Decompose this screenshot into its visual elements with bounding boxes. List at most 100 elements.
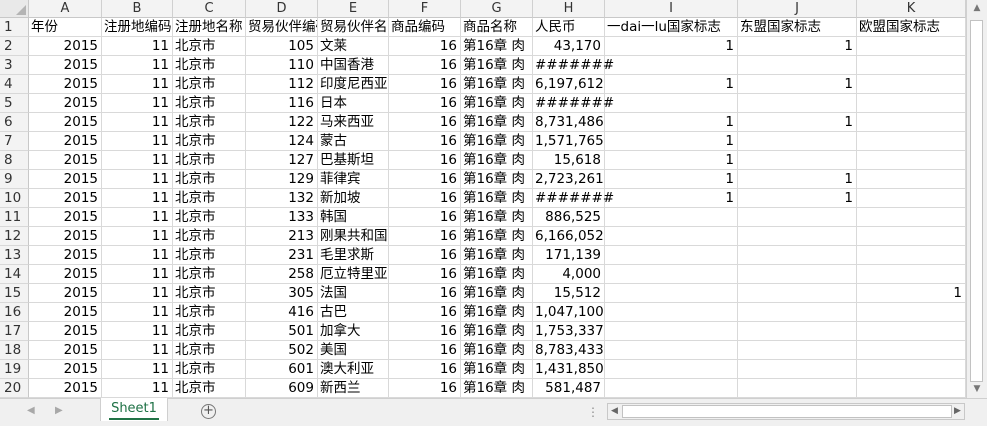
data-cell[interactable]: 886,525 (533, 208, 605, 227)
data-cell[interactable]: 第16章 肉 (461, 37, 533, 56)
data-cell[interactable]: 1 (857, 284, 966, 303)
data-cell[interactable] (738, 246, 857, 265)
data-cell[interactable]: 2015 (29, 151, 102, 170)
data-cell[interactable]: 11 (102, 246, 173, 265)
data-cell[interactable] (857, 322, 966, 341)
data-cell[interactable]: 美国 (318, 341, 389, 360)
data-cell[interactable]: 1 (738, 189, 857, 208)
data-cell[interactable]: 毛里求斯 (318, 246, 389, 265)
data-cell[interactable] (857, 94, 966, 113)
data-cell[interactable]: 北京市 (173, 341, 246, 360)
column-header-e[interactable]: E (318, 0, 389, 18)
data-cell[interactable]: 16 (389, 322, 461, 341)
row-header-20[interactable]: 20 (0, 379, 29, 398)
data-cell[interactable]: 澳大利亚 (318, 360, 389, 379)
data-cell[interactable]: 105 (246, 37, 318, 56)
data-cell[interactable]: 北京市 (173, 113, 246, 132)
data-cell[interactable]: 北京市 (173, 303, 246, 322)
data-cell[interactable]: 第16章 肉 (461, 341, 533, 360)
data-cell[interactable]: 16 (389, 265, 461, 284)
data-cell[interactable] (738, 132, 857, 151)
row-header-4[interactable]: 4 (0, 75, 29, 94)
data-cell[interactable]: 16 (389, 37, 461, 56)
data-cell[interactable]: 2015 (29, 37, 102, 56)
header-cell[interactable]: 一dai一lu国家标志 (605, 18, 738, 37)
data-cell[interactable] (738, 322, 857, 341)
data-cell[interactable]: 第16章 肉 (461, 75, 533, 94)
data-cell[interactable] (857, 208, 966, 227)
data-cell[interactable] (857, 75, 966, 94)
data-cell[interactable]: ####### (533, 56, 614, 75)
data-cell[interactable]: 北京市 (173, 132, 246, 151)
data-cell[interactable]: 11 (102, 322, 173, 341)
data-cell[interactable]: 北京市 (173, 284, 246, 303)
column-header-c[interactable]: C (173, 0, 246, 18)
row-header-9[interactable]: 9 (0, 170, 29, 189)
data-cell[interactable]: 法国 (318, 284, 389, 303)
data-cell[interactable]: 古巴 (318, 303, 389, 322)
header-cell[interactable]: 贸易伙伴名称 (318, 18, 389, 37)
data-cell[interactable] (738, 379, 857, 398)
data-cell[interactable]: 第16章 肉 (461, 284, 533, 303)
data-cell[interactable]: 北京市 (173, 37, 246, 56)
header-cell[interactable]: 注册地名称 (173, 18, 246, 37)
data-cell[interactable] (857, 37, 966, 56)
data-cell[interactable]: 第16章 肉 (461, 360, 533, 379)
data-cell[interactable]: 11 (102, 151, 173, 170)
data-cell[interactable]: 16 (389, 379, 461, 398)
scroll-left-arrow[interactable]: ◀ (608, 404, 621, 419)
column-header-g[interactable]: G (461, 0, 533, 18)
data-cell[interactable]: 2015 (29, 227, 102, 246)
data-cell[interactable]: 133 (246, 208, 318, 227)
data-cell[interactable]: 11 (102, 227, 173, 246)
data-cell[interactable]: 502 (246, 341, 318, 360)
data-cell[interactable]: 第16章 肉 (461, 189, 533, 208)
data-cell[interactable]: 11 (102, 94, 173, 113)
row-header-1[interactable]: 1 (0, 18, 29, 37)
row-header-10[interactable]: 10 (0, 189, 29, 208)
data-cell[interactable] (857, 360, 966, 379)
data-cell[interactable]: 16 (389, 341, 461, 360)
column-header-k[interactable]: K (857, 0, 966, 18)
data-cell[interactable]: 16 (389, 246, 461, 265)
data-cell[interactable]: 2015 (29, 56, 102, 75)
data-cell[interactable]: 2015 (29, 75, 102, 94)
data-cell[interactable]: 第16章 肉 (461, 227, 533, 246)
data-cell[interactable]: 北京市 (173, 208, 246, 227)
row-header-18[interactable]: 18 (0, 341, 29, 360)
horizontal-scrollbar[interactable]: ◀ ▶ (607, 403, 965, 420)
row-header-2[interactable]: 2 (0, 37, 29, 56)
data-cell[interactable]: 巴基斯坦 (318, 151, 389, 170)
data-cell[interactable]: 中国香港 (318, 56, 389, 75)
header-cell[interactable]: 欧盟国家标志 (857, 18, 966, 37)
data-cell[interactable]: 1 (605, 37, 738, 56)
data-cell[interactable]: 菲律宾 (318, 170, 389, 189)
data-cell[interactable]: 213 (246, 227, 318, 246)
vertical-scroll-thumb[interactable] (970, 20, 983, 382)
data-cell[interactable]: 129 (246, 170, 318, 189)
data-cell[interactable]: 北京市 (173, 379, 246, 398)
row-header-15[interactable]: 15 (0, 284, 29, 303)
header-cell[interactable]: 商品名称 (461, 18, 533, 37)
data-cell[interactable]: 2015 (29, 132, 102, 151)
data-cell[interactable]: 6,197,612 (533, 75, 605, 94)
header-cell[interactable]: 东盟国家标志 (738, 18, 857, 37)
data-cell[interactable]: 第16章 肉 (461, 94, 533, 113)
data-cell[interactable]: 第16章 肉 (461, 132, 533, 151)
data-cell[interactable]: 1 (738, 37, 857, 56)
data-cell[interactable]: 16 (389, 75, 461, 94)
data-cell[interactable] (738, 360, 857, 379)
column-header-f[interactable]: F (389, 0, 461, 18)
data-cell[interactable]: 第16章 肉 (461, 265, 533, 284)
data-cell[interactable]: 北京市 (173, 151, 246, 170)
data-cell[interactable]: 1,047,100 (533, 303, 605, 322)
data-cell[interactable]: 2015 (29, 284, 102, 303)
data-cell[interactable]: 15,512 (533, 284, 605, 303)
data-cell[interactable]: 16 (389, 360, 461, 379)
data-cell[interactable]: 第16章 肉 (461, 151, 533, 170)
data-cell[interactable]: 1 (605, 189, 738, 208)
data-cell[interactable]: 116 (246, 94, 318, 113)
data-cell[interactable]: 609 (246, 379, 318, 398)
data-cell[interactable]: 北京市 (173, 189, 246, 208)
data-cell[interactable]: 第16章 肉 (461, 379, 533, 398)
